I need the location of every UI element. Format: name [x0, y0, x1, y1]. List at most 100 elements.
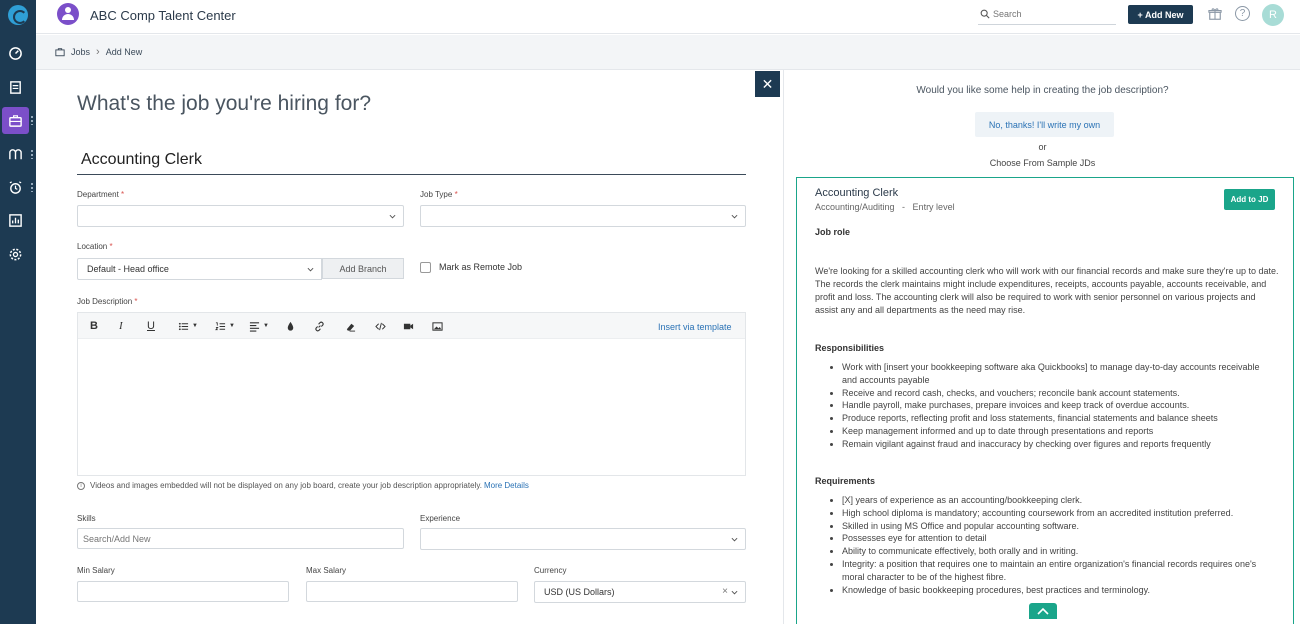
job-description-editor[interactable]: B I U ▼ ▼ ▼ Insert via template: [77, 312, 746, 476]
image-button[interactable]: [432, 319, 443, 333]
chevron-down-icon: [731, 537, 738, 542]
or-separator: or: [1038, 142, 1047, 152]
list-item: Handle payroll, make purchases, prepare …: [842, 399, 1275, 412]
department-label: Department *: [77, 190, 125, 199]
link-button[interactable]: [314, 319, 325, 333]
chevron-down-icon: [307, 267, 314, 272]
color-button[interactable]: [285, 319, 296, 333]
embed-note: i Videos and images embedded will not be…: [77, 481, 529, 490]
candidates-menu-dots[interactable]: [31, 149, 33, 159]
max-salary-input[interactable]: [306, 581, 518, 602]
skills-input[interactable]: [77, 528, 404, 549]
alarm-menu-dots[interactable]: [31, 182, 33, 192]
location-value: Default - Head office: [87, 264, 169, 274]
list-item: Knowledge of basic bookkeeping procedure…: [842, 584, 1275, 597]
currency-label: Currency: [534, 566, 567, 575]
chevron-up-icon: [1037, 607, 1049, 615]
link-icon: [315, 321, 324, 331]
alarm-icon[interactable]: [2, 174, 29, 201]
breadcrumb-bar: Jobs › Add New: [36, 35, 1300, 70]
sidebar: [0, 0, 36, 624]
choose-sample-label: Choose From Sample JDs: [989, 158, 1096, 168]
add-new-button[interactable]: + Add New: [1128, 5, 1193, 24]
sample-jd-title: Accounting Clerk: [815, 187, 899, 199]
editor-toolbar: B I U ▼ ▼ ▼ Insert via template: [78, 313, 745, 339]
list-item: Keep management informed and up to date …: [842, 425, 1275, 438]
numbered-list-icon: [215, 321, 226, 330]
bullet-list-icon: [178, 322, 189, 330]
candidates-icon[interactable]: [2, 141, 29, 168]
breadcrumb-add-new: Add New: [105, 47, 143, 57]
align-button[interactable]: ▼: [249, 319, 269, 333]
user-avatar[interactable]: R: [1262, 4, 1284, 26]
sample-jd-subtitle: Accounting/Auditing - Entry level: [815, 202, 955, 212]
list-item: Receive and record cash, checks, and vou…: [842, 387, 1275, 400]
experience-select[interactable]: [420, 528, 746, 550]
more-details-link[interactable]: More Details: [484, 481, 529, 490]
gift-icon[interactable]: [1208, 7, 1222, 21]
underline-button[interactable]: U: [147, 319, 155, 333]
bold-button[interactable]: B: [90, 319, 98, 333]
video-icon: [403, 323, 414, 329]
bullet-list-button[interactable]: ▼: [178, 319, 198, 333]
list-item: Integrity: a position that requires one …: [842, 558, 1275, 584]
job-role-text: We're looking for a skilled accounting c…: [815, 266, 1279, 315]
sample-jd-card[interactable]: Accounting Clerk Accounting/Auditing - E…: [796, 177, 1294, 624]
clear-format-button[interactable]: [345, 319, 356, 333]
no-thanks-button[interactable]: No, thanks! I'll write my own: [975, 112, 1114, 137]
add-branch-button[interactable]: Add Branch: [322, 258, 404, 279]
add-to-jd-button[interactable]: Add to JD: [1224, 189, 1275, 210]
experience-label: Experience: [420, 514, 461, 523]
job-type-select[interactable]: [420, 205, 746, 227]
list-item: Work with [insert your bookkeeping softw…: [842, 361, 1275, 387]
remote-job-label[interactable]: Mark as Remote Job: [439, 262, 522, 272]
location-label: Location *: [77, 242, 113, 251]
max-salary-label: Max Salary: [306, 566, 347, 575]
brand-name: ABC Comp Talent Center: [90, 8, 236, 23]
app-logo-icon[interactable]: [8, 5, 28, 25]
job-form: What's the job you're hiring for? Depart…: [36, 70, 755, 624]
info-icon: i: [77, 481, 85, 490]
clear-icon[interactable]: ×: [722, 586, 728, 597]
jd-help-panel: Would you like some help in creating the…: [783, 70, 1300, 624]
chevron-right-icon: ›: [96, 46, 100, 58]
job-title-input[interactable]: [77, 145, 746, 175]
code-view-button[interactable]: [375, 319, 386, 333]
breadcrumb: Jobs › Add New: [55, 46, 142, 58]
italic-button[interactable]: I: [119, 319, 123, 333]
notes-icon[interactable]: [2, 74, 29, 101]
video-button[interactable]: [403, 319, 414, 333]
code-icon: [375, 322, 386, 330]
eraser-icon: [346, 323, 356, 332]
job-description-label: Job Description *: [77, 297, 138, 306]
help-icon[interactable]: ?: [1235, 6, 1250, 21]
insert-via-template-link[interactable]: Insert via template: [658, 322, 732, 332]
list-item: High school diploma is mandatory; accoun…: [842, 507, 1275, 520]
settings-icon[interactable]: [2, 241, 29, 268]
image-icon: [432, 321, 443, 331]
search-input[interactable]: [993, 6, 1111, 22]
numbered-list-button[interactable]: ▼: [215, 319, 235, 333]
list-item: Possesses eye for attention to detail: [842, 532, 1275, 545]
briefcase-menu-dots[interactable]: [31, 115, 33, 125]
currency-select[interactable]: USD (US Dollars) ×: [534, 581, 746, 603]
search-box[interactable]: [978, 5, 1116, 25]
dashboard-icon[interactable]: [2, 40, 29, 67]
breadcrumb-jobs[interactable]: Jobs: [71, 47, 90, 57]
responsibilities-heading: Responsibilities: [815, 343, 885, 353]
color-drop-icon: [287, 321, 294, 331]
reports-icon[interactable]: [2, 207, 29, 234]
min-salary-input[interactable]: [77, 581, 289, 602]
job-type-label: Job Type *: [420, 190, 458, 199]
embed-note-text: Videos and images embedded will not be d…: [90, 481, 482, 490]
remote-job-checkbox[interactable]: [420, 262, 431, 273]
responsibilities-list: Work with [insert your bookkeeping softw…: [825, 361, 1275, 451]
location-select[interactable]: Default - Head office: [77, 258, 322, 280]
close-panel-button[interactable]: ✕: [755, 71, 780, 97]
chevron-down-icon: [731, 214, 738, 219]
briefcase-icon[interactable]: [2, 107, 29, 134]
collapse-card-button[interactable]: [1029, 603, 1057, 619]
min-salary-label: Min Salary: [77, 566, 115, 575]
department-select[interactable]: [77, 205, 404, 227]
list-item: [X] years of experience as an accounting…: [842, 494, 1275, 507]
